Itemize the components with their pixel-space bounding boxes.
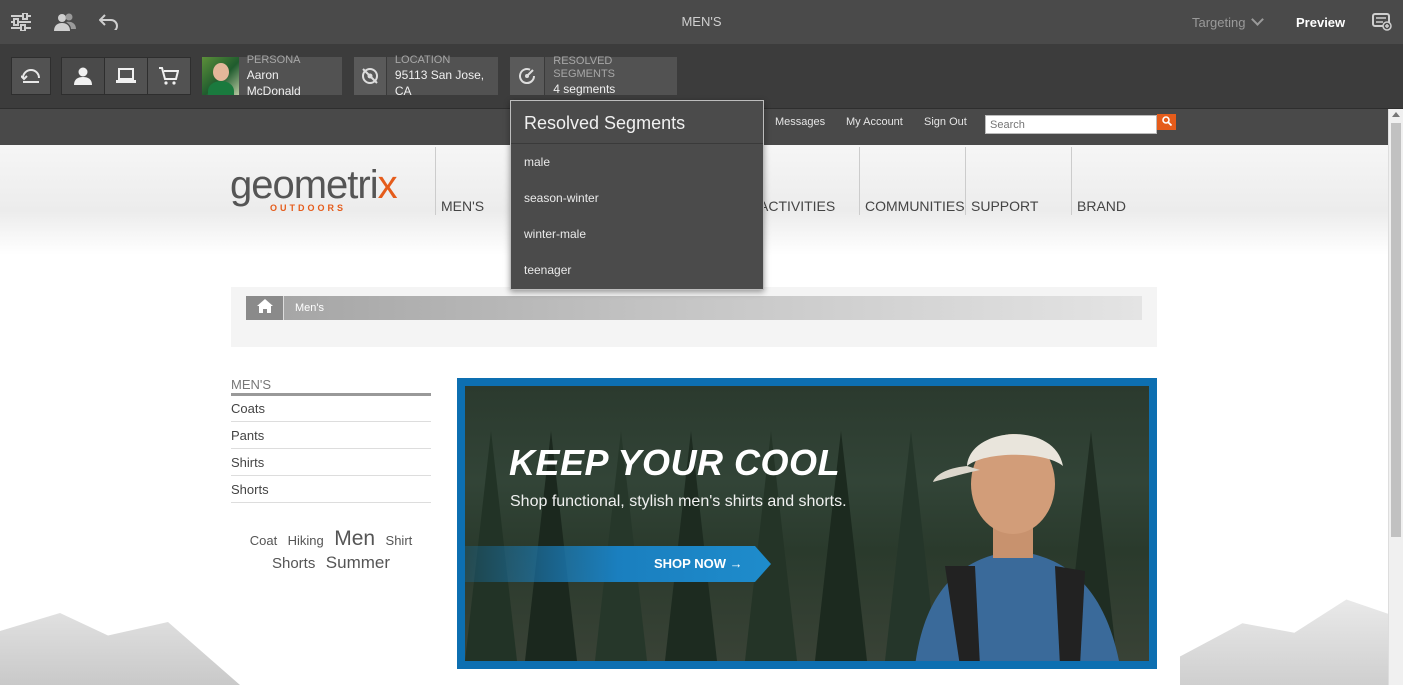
logo-wordmark-x: x (377, 163, 398, 207)
my-account-link[interactable]: My Account (846, 116, 903, 128)
nav-item-support[interactable]: SUPPORT (965, 147, 1071, 215)
shop-now-button[interactable]: SHOP NOW → (465, 546, 771, 582)
location-off-icon (354, 57, 387, 95)
geometrixx-logo[interactable]: geometrix OUTDOORS (230, 163, 398, 213)
left-nav-item-shirts[interactable]: Shirts (231, 449, 431, 476)
eject-icon (21, 68, 41, 84)
tag-coat[interactable]: Coat (250, 533, 277, 548)
location-value: 95113 San Jose, CA (394, 67, 485, 98)
mountain-decoration-left (0, 613, 240, 685)
segment-item[interactable]: winter-male (511, 216, 763, 252)
segment-item[interactable]: season-winter (511, 180, 763, 216)
nav-label: COMMUNITIES (865, 198, 965, 214)
targeting-dropdown[interactable]: Targeting (1192, 13, 1265, 30)
nav-label: ACTIVITIES (759, 198, 836, 214)
chevron-down-icon (1251, 13, 1265, 26)
avatar (202, 57, 239, 95)
sliders-icon[interactable] (9, 10, 33, 34)
search-input[interactable] (985, 115, 1157, 134)
search-icon (1161, 113, 1172, 131)
scroll-up-icon[interactable] (1392, 112, 1400, 117)
tag-summer[interactable]: Summer (326, 553, 390, 572)
persona-module[interactable]: PERSONA Aaron McDonald (202, 53, 342, 98)
user-icon (74, 67, 92, 85)
hero-subline: Shop functional, stylish men's shirts an… (510, 493, 847, 510)
breadcrumb-current: Men's (295, 302, 324, 314)
search-button[interactable] (1157, 114, 1176, 130)
annotations-icon[interactable] (1370, 10, 1394, 34)
cart-button[interactable] (147, 57, 191, 95)
hero-banner[interactable]: KEEP YOUR COOL Shop functional, stylish … (457, 378, 1157, 669)
segments-label: RESOLVED SEGMENTS (553, 55, 615, 80)
location-module[interactable]: LOCATION 95113 San Jose, CA (354, 53, 498, 98)
undo-icon[interactable] (97, 10, 121, 34)
scrollbar-thumb[interactable] (1391, 123, 1401, 537)
targeting-label: Targeting (1192, 15, 1246, 30)
shop-now-label: SHOP NOW → (654, 556, 743, 571)
left-nav-item-shorts[interactable]: Shorts (231, 476, 431, 503)
hero-image: KEEP YOUR COOL Shop functional, stylish … (465, 386, 1149, 661)
nav-item-activities[interactable]: ACTIVITIES (754, 147, 859, 215)
sign-out-link[interactable]: Sign Out (924, 116, 967, 128)
mountain-decoration-right (1180, 599, 1388, 685)
popover-title: Resolved Segments (511, 101, 763, 144)
segments-target-icon (510, 57, 546, 95)
home-icon (256, 298, 273, 318)
preview-button[interactable]: Preview (1296, 15, 1345, 30)
hiker-illustration (915, 434, 1119, 661)
left-nav-title: MEN'S (231, 377, 431, 396)
resolved-segments-popover: Resolved Segments male season-winter win… (510, 100, 764, 290)
tag-shorts[interactable]: Shorts (272, 555, 315, 572)
laptop-icon (116, 68, 136, 84)
location-label: LOCATION (394, 53, 451, 66)
segment-item[interactable]: male (511, 144, 763, 180)
collapse-context-button[interactable] (11, 57, 51, 95)
left-nav-item-coats[interactable]: Coats (231, 395, 431, 422)
tag-shirt[interactable]: Shirt (386, 533, 413, 548)
segments-value: 4 segments (553, 82, 616, 96)
editor-toolbar: MEN'S Targeting Preview (0, 0, 1403, 44)
logo-wordmark: geometri (230, 163, 379, 207)
segments-module[interactable]: RESOLVED SEGMENTS 4 segments (510, 55, 677, 96)
messages-link[interactable]: Messages (775, 116, 825, 128)
page-scrollbar[interactable] (1388, 109, 1403, 685)
persona-label: PERSONA (246, 53, 301, 66)
nav-item-communities[interactable]: COMMUNITIES (859, 147, 965, 215)
left-nav-item-pants[interactable]: Pants (231, 422, 431, 449)
nav-label: BRAND (1077, 198, 1127, 214)
breadcrumb-container: Men's (231, 287, 1157, 347)
hero-headline: KEEP YOUR COOL (509, 442, 841, 483)
persona-mode-button[interactable] (61, 57, 105, 95)
nav-label: MEN'S (441, 198, 485, 214)
tag-hiking[interactable]: Hiking (288, 533, 324, 548)
breadcrumb-home[interactable] (246, 296, 284, 320)
persona-value: Aaron McDonald (246, 67, 301, 98)
segment-item[interactable]: teenager (511, 252, 763, 288)
device-button[interactable] (104, 57, 148, 95)
nav-item-brand[interactable]: BRAND (1071, 147, 1171, 215)
cart-icon (159, 67, 179, 85)
tag-men[interactable]: Men (334, 527, 375, 550)
nav-label: SUPPORT (971, 198, 1039, 214)
tag-cloud: Coat Hiking Men Shirt Shorts Summer (231, 528, 431, 575)
users-icon[interactable] (53, 10, 77, 34)
breadcrumb: Men's (246, 296, 1142, 320)
